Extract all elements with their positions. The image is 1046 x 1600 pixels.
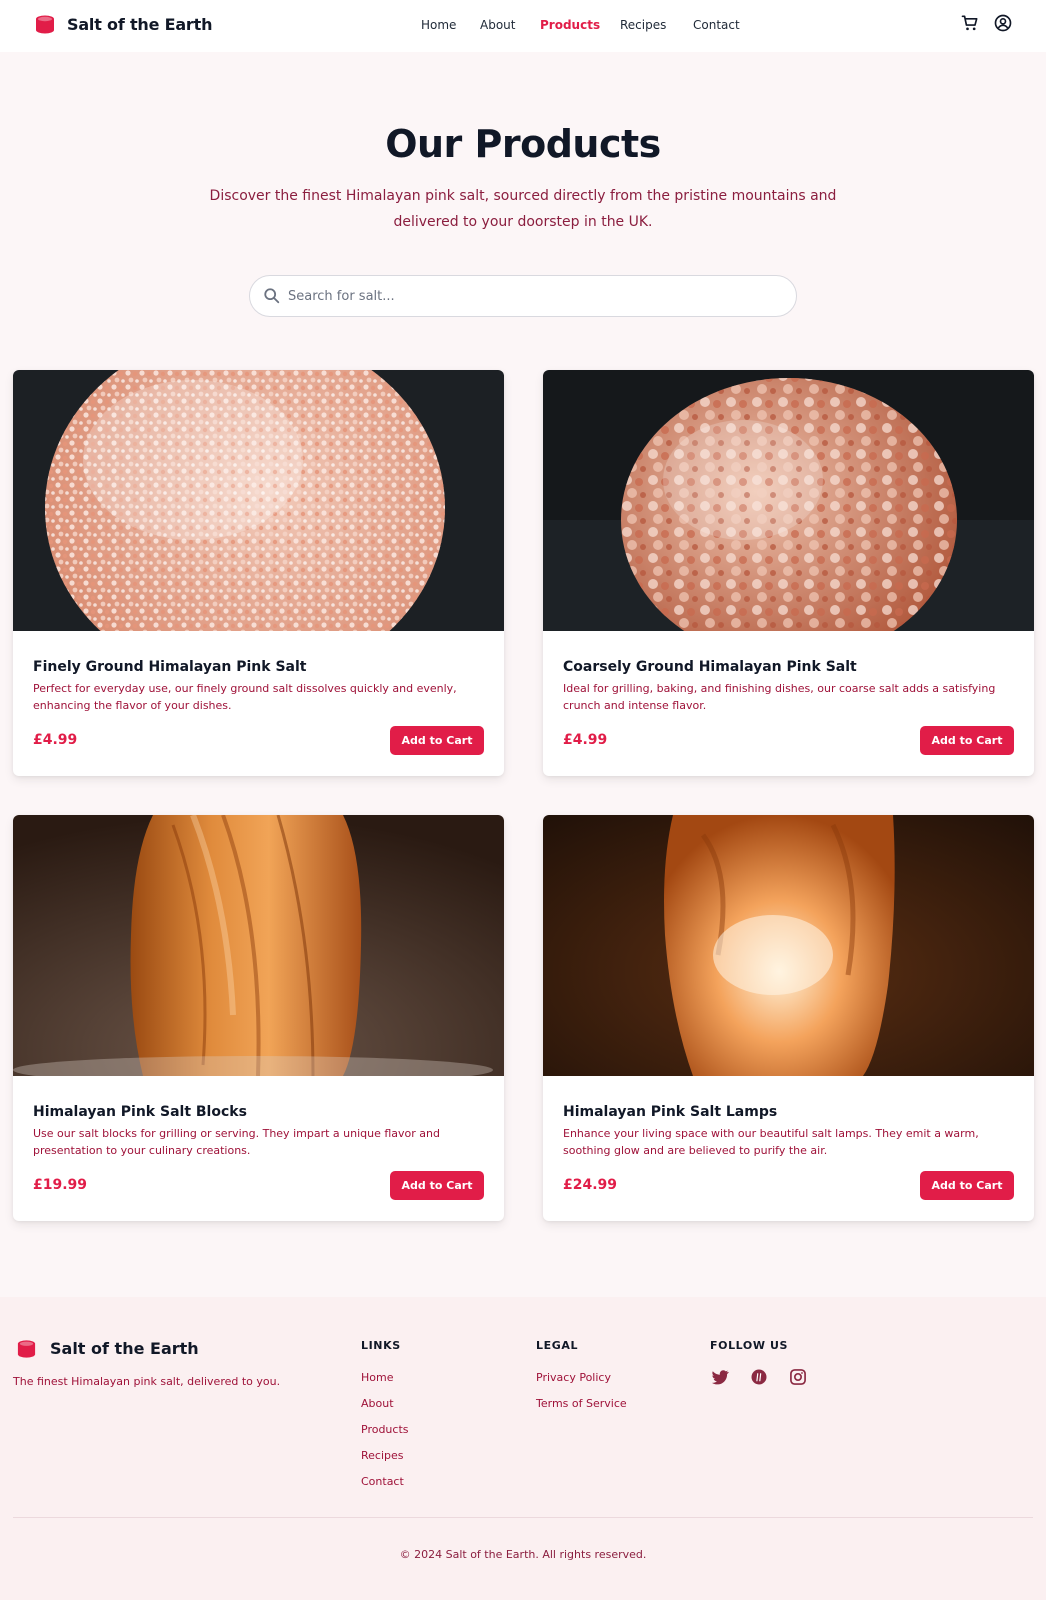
add-to-cart-button[interactable]: Add to Cart xyxy=(920,726,1014,755)
footer-link-recipes[interactable]: Recipes xyxy=(361,1449,404,1462)
product-title: Himalayan Pink Salt Blocks xyxy=(33,1104,247,1120)
nav-recipes[interactable]: Recipes xyxy=(620,18,666,32)
footer-link-terms[interactable]: Terms of Service xyxy=(536,1397,627,1410)
search-bar[interactable] xyxy=(249,275,797,317)
footer-link-products[interactable]: Products xyxy=(361,1423,409,1436)
product-card: Himalayan Pink Salt Lamps Enhance your l… xyxy=(543,815,1034,1221)
add-to-cart-button[interactable]: Add to Cart xyxy=(390,1171,484,1200)
fine-salt-photo xyxy=(13,370,504,631)
product-price: £24.99 xyxy=(563,1177,618,1193)
product-card: Himalayan Pink Salt Blocks Use our salt … xyxy=(13,815,504,1221)
footer-brand-name: Salt of the Earth xyxy=(50,1339,199,1358)
search-icon xyxy=(264,288,280,304)
product-title: Himalayan Pink Salt Lamps xyxy=(563,1104,778,1120)
account-icon[interactable] xyxy=(993,13,1013,33)
product-price: £4.99 xyxy=(33,732,78,748)
salt-jar-icon xyxy=(17,1340,36,1358)
footer-tagline: The finest Himalayan pink salt, delivere… xyxy=(13,1375,281,1388)
nav-contact[interactable]: Contact xyxy=(693,18,740,32)
salt-block-photo xyxy=(13,815,504,1076)
cart-icon[interactable] xyxy=(960,13,980,33)
nav-products[interactable]: Products xyxy=(540,18,600,32)
product-price: £4.99 xyxy=(563,732,608,748)
footer-brand-logo[interactable]: Salt of the Earth xyxy=(16,1338,199,1359)
search-input[interactable] xyxy=(288,285,778,307)
instagram-icon[interactable] xyxy=(788,1367,808,1387)
salt-lamp-photo xyxy=(543,815,1034,1076)
site-footer: Salt of the Earth The finest Himalayan p… xyxy=(0,1297,1046,1600)
product-title: Coarsely Ground Himalayan Pink Salt xyxy=(563,659,857,675)
footer-link-contact[interactable]: Contact xyxy=(361,1475,404,1488)
footer-link-about[interactable]: About xyxy=(361,1397,394,1410)
footer-legal-heading: LEGAL xyxy=(536,1339,579,1352)
add-to-cart-button[interactable]: Add to Cart xyxy=(390,726,484,755)
footer-divider xyxy=(13,1517,1033,1518)
coarse-salt-photo xyxy=(543,370,1034,631)
pinterest-icon[interactable] xyxy=(749,1367,769,1387)
nav-home[interactable]: Home xyxy=(421,18,456,32)
product-description: Use our salt blocks for grilling or serv… xyxy=(33,1127,440,1157)
product-card: Coarsely Ground Himalayan Pink Salt Idea… xyxy=(543,370,1034,776)
add-to-cart-button[interactable]: Add to Cart xyxy=(920,1171,1014,1200)
footer-links-heading: LINKS xyxy=(361,1339,401,1352)
page-subtitle: Discover the finest Himalayan pink salt,… xyxy=(209,188,837,230)
footer-link-home[interactable]: Home xyxy=(361,1371,393,1384)
product-price: £19.99 xyxy=(33,1177,88,1193)
product-title: Finely Ground Himalayan Pink Salt xyxy=(33,659,307,675)
footer-link-privacy[interactable]: Privacy Policy xyxy=(536,1371,611,1384)
product-description: Ideal for grilling, baking, and finishin… xyxy=(563,682,996,712)
product-card: Finely Ground Himalayan Pink Salt Perfec… xyxy=(13,370,504,776)
product-description: Enhance your living space with our beaut… xyxy=(563,1127,979,1157)
twitter-icon[interactable] xyxy=(710,1367,730,1387)
page-title: Our Products xyxy=(385,122,661,166)
copyright: © 2024 Salt of the Earth. All rights res… xyxy=(399,1548,647,1561)
product-description: Perfect for everyday use, our finely gro… xyxy=(33,682,457,712)
nav-about[interactable]: About xyxy=(480,18,515,32)
site-header: Salt of the Earth Home About Products Re… xyxy=(0,0,1046,52)
footer-follow-heading: FOLLOW US xyxy=(710,1339,789,1352)
main-nav: Home About Products Recipes Contact xyxy=(0,18,1046,34)
